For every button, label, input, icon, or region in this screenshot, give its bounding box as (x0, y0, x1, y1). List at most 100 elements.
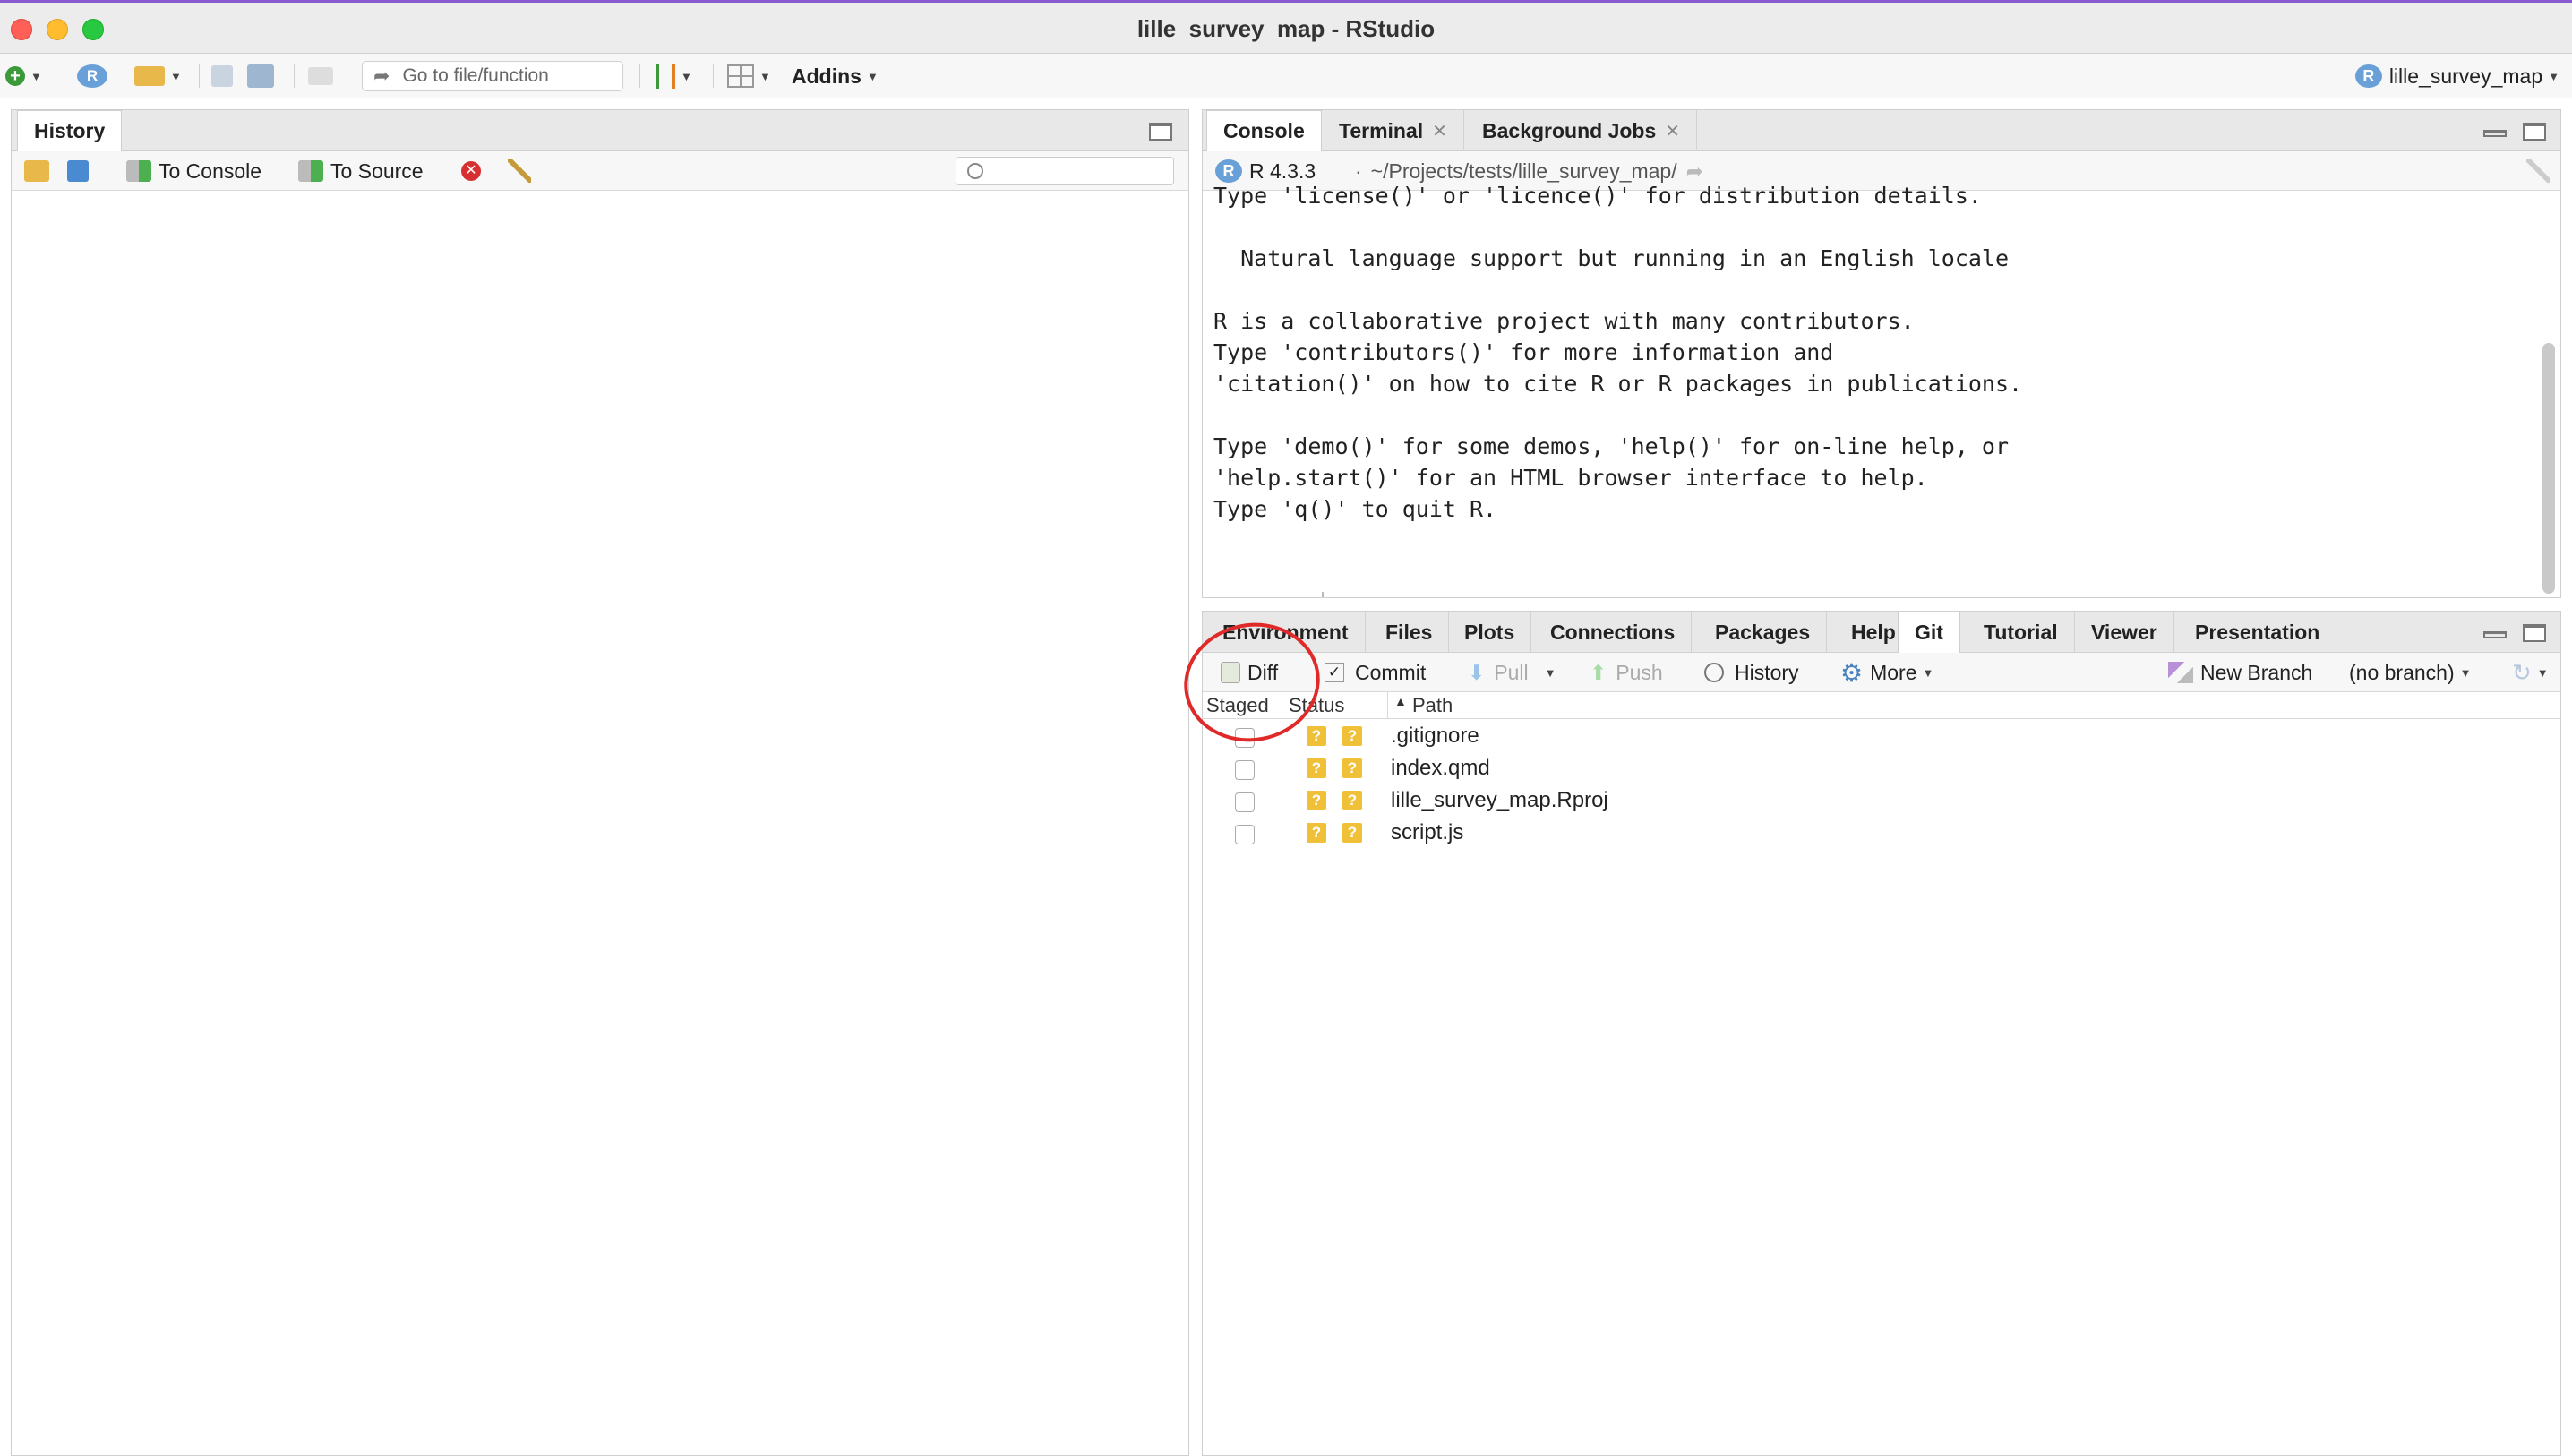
open-file-button[interactable]: ▼ (134, 61, 182, 91)
console-prompt-line[interactable]: > (1213, 556, 2533, 597)
sort-ascending-icon: ▲ (1394, 694, 1407, 708)
save-all-icon (247, 64, 274, 88)
tab-console[interactable]: Console (1206, 110, 1322, 152)
vcs-icon (656, 64, 675, 89)
maximize-pane-icon[interactable] (2523, 123, 2546, 141)
tab-connections-label: Connections (1550, 620, 1676, 644)
console-scrollbar[interactable] (2542, 343, 2555, 594)
to-console-button[interactable]: To Console (126, 157, 261, 185)
tab-tutorial-label: Tutorial (1984, 620, 2058, 644)
chevron-down-icon: ▼ (759, 69, 771, 83)
tab-tutorial[interactable]: Tutorial (1968, 612, 2075, 653)
console-line: Type 'q()' to quit R. (1213, 496, 1497, 522)
staged-checkbox[interactable] (1235, 825, 1255, 844)
chevron-down-icon: ▼ (681, 69, 692, 83)
chevron-down-icon: ▼ (2548, 69, 2559, 83)
window-title: lille_survey_map - RStudio (1136, 15, 1436, 42)
go-to-file-input[interactable]: ➦ Go to file/function (362, 61, 623, 91)
col-path[interactable]: Path (1412, 694, 1453, 717)
tab-history-label: History (34, 119, 106, 142)
addins-label: Addins (792, 64, 862, 88)
status-badge: ? (1307, 791, 1326, 810)
console-prompt: > (1294, 590, 1307, 597)
toolbar-divider (199, 64, 200, 88)
tab-files[interactable]: Files (1369, 612, 1450, 653)
push-button[interactable]: ⬆ Push (1590, 658, 1663, 687)
git-pane: Environment Files Plots Connections Pack… (1202, 611, 2561, 1456)
git-file-row[interactable]: ? ? .gitignore (1203, 721, 2560, 753)
window-titlebar: lille_survey_map - RStudio (0, 0, 2572, 54)
git-file-header: Staged Status ▲ Path (1203, 692, 2560, 719)
git-toolbar: Diff ✓ Commit ⬇ Pull ▼ ⬆ Push History ⚙ … (1203, 653, 2560, 692)
tab-plots[interactable]: Plots (1448, 612, 1532, 653)
console-line: 'help.start()' for an HTML browser inter… (1213, 465, 1928, 491)
git-file-row[interactable]: ? ? script.js (1203, 818, 2560, 850)
new-branch-button[interactable]: New Branch (2168, 658, 2312, 687)
project-menu[interactable]: R lille_survey_map ▼ (2354, 61, 2559, 91)
clock-icon (1704, 663, 1724, 682)
to-source-button[interactable]: To Source (298, 157, 424, 185)
staged-checkbox[interactable] (1235, 792, 1255, 812)
tab-viewer-label: Viewer (2091, 620, 2157, 644)
more-menu[interactable]: ⚙ More ▼ (1840, 658, 1933, 687)
save-button[interactable] (211, 61, 233, 91)
git-file-row[interactable]: ? ? lille_survey_map.Rproj (1203, 785, 2560, 818)
branch-label: (no branch) (2349, 660, 2455, 684)
file-path: script.js (1391, 820, 1464, 844)
console-output[interactable]: Type 'license()' or 'licence()' for dist… (1203, 180, 2533, 597)
save-all-button[interactable] (247, 61, 274, 91)
to-console-label: To Console (159, 158, 262, 183)
close-icon[interactable]: ✕ (1432, 120, 1447, 142)
chevron-down-icon: ▼ (1544, 665, 1556, 680)
tab-terminal[interactable]: Terminal ✕ (1323, 110, 1464, 151)
maximize-pane-icon[interactable] (2523, 624, 2546, 642)
tab-files-label: Files (1385, 620, 1433, 644)
tab-presentation[interactable]: Presentation (2179, 612, 2337, 653)
tab-viewer[interactable]: Viewer (2075, 612, 2174, 653)
toolbar-divider (713, 64, 714, 88)
addins-menu[interactable]: Addins ▼ (792, 61, 879, 91)
close-icon[interactable]: ✕ (1665, 120, 1680, 142)
status-badge: ? (1307, 823, 1326, 843)
search-icon (967, 163, 983, 179)
tab-git[interactable]: Git (1898, 612, 1960, 654)
tab-background-jobs[interactable]: Background Jobs ✕ (1466, 110, 1698, 151)
r-project-icon: R (2354, 64, 2382, 88)
print-button[interactable] (308, 61, 333, 91)
chevron-down-icon: ▼ (170, 69, 182, 83)
tab-packages[interactable]: Packages (1699, 612, 1828, 653)
workspace-panes-button[interactable]: ▼ (727, 61, 771, 91)
status-badge: ? (1342, 791, 1362, 810)
new-file-button[interactable]: + ▼ (5, 61, 42, 91)
git-history-button[interactable]: History (1704, 658, 1799, 687)
branch-selector[interactable]: (no branch) ▼ (2349, 658, 2472, 687)
refresh-button[interactable]: ↻ ▼ (2512, 658, 2549, 687)
restore-pane-icon[interactable] (1149, 123, 1172, 141)
save-history-button[interactable] (67, 157, 96, 185)
tab-connections[interactable]: Connections (1534, 612, 1693, 653)
git-file-row[interactable]: ? ? index.qmd (1203, 753, 2560, 785)
clear-history-button[interactable] (508, 157, 531, 185)
load-history-button[interactable] (24, 157, 56, 185)
minimize-pane-icon[interactable] (2483, 130, 2507, 137)
new-file-icon: + (5, 66, 25, 86)
tab-history[interactable]: History (17, 110, 123, 152)
commit-button[interactable]: ✓ Commit (1325, 658, 1426, 687)
history-tabstrip: History (12, 110, 1188, 152)
tab-packages-label: Packages (1715, 620, 1811, 644)
tab-background-jobs-label: Background Jobs (1482, 118, 1657, 142)
new-project-icon: R (77, 64, 107, 88)
new-project-button[interactable]: R (77, 61, 107, 91)
history-search-input[interactable] (956, 157, 1174, 185)
vcs-button[interactable]: ▼ (656, 61, 692, 91)
staged-checkbox[interactable] (1235, 760, 1255, 780)
pull-button[interactable]: ⬇ Pull ▼ (1468, 658, 1556, 687)
checkmark-icon: ✓ (1325, 663, 1344, 682)
remove-entry-button[interactable]: ✕ (461, 157, 481, 185)
tab-git-label: Git (1915, 621, 1943, 644)
console-line: Type 'license()' or 'licence()' for dist… (1213, 183, 1982, 209)
minimize-pane-icon[interactable] (2483, 631, 2507, 638)
chevron-down-icon: ▼ (2536, 665, 2549, 680)
